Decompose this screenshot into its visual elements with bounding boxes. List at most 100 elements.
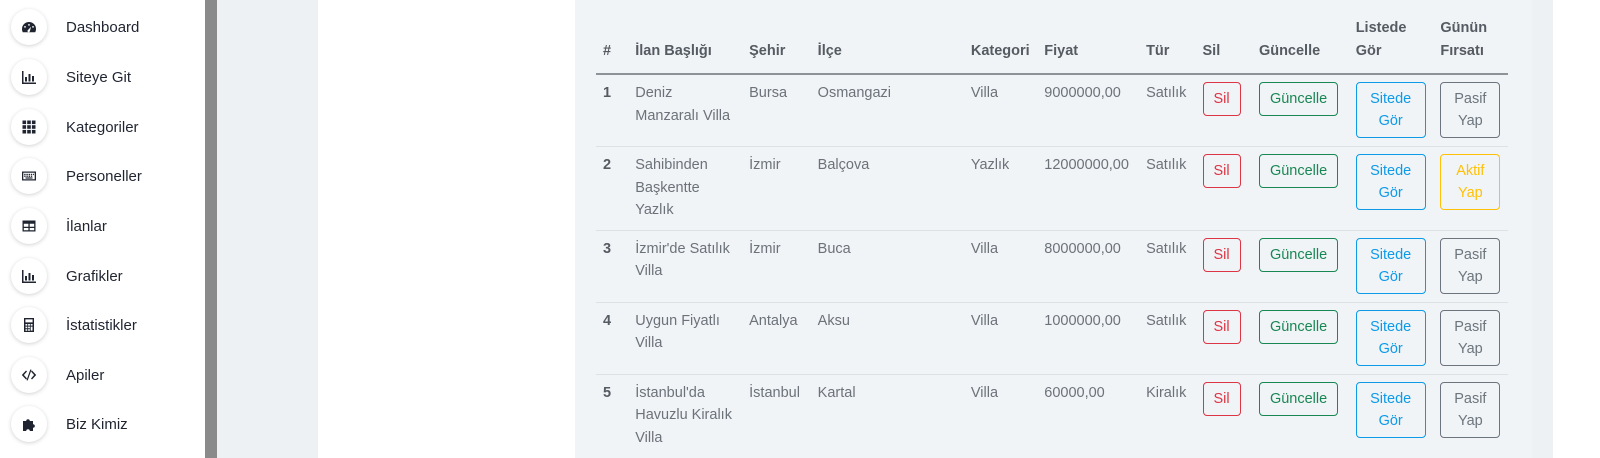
header-type: Tür — [1139, 17, 1196, 75]
sidebar-item-label: Dashboard — [66, 18, 140, 36]
cell-type: Satılık — [1139, 230, 1196, 303]
delete-button[interactable]: Sil — [1202, 237, 1241, 272]
sidebar: Dashboard Siteye Git Kategoriler Persone… — [0, 0, 205, 458]
cell-view-on-site-button: Sitede Gör — [1348, 230, 1434, 303]
cell-price: 9000000,00 — [1037, 74, 1140, 147]
update-button[interactable]: Güncelle — [1258, 154, 1339, 188]
sidebar-item-istatistikler[interactable]: İstatistikler — [11, 307, 201, 343]
cell-update-button: Güncelle — [1251, 74, 1349, 147]
delete-button[interactable]: Sil — [1202, 309, 1241, 344]
cell-title: Sahibinden Başkentte Yazlık — [628, 146, 743, 231]
cell-type: Kiralık — [1146, 384, 1187, 401]
cell-category: Yazlık — [963, 146, 1038, 231]
update-button[interactable]: Güncelle — [1258, 237, 1339, 272]
sidebar-item-biz-kimiz[interactable]: Biz Kimiz — [11, 406, 201, 442]
sidebar-item-personeller[interactable]: Personeller — [11, 158, 201, 194]
table-row: 3 İzmir'de Satılık Villa İzmir Buca Villa 800… — [596, 230, 1508, 303]
table-icon — [11, 208, 47, 244]
cell-title: Deniz Manzaralı Villa — [628, 74, 743, 147]
deal-toggle-button[interactable]: Pasif Yap — [1440, 237, 1501, 294]
cell-type: Satılık — [1139, 146, 1196, 231]
sidebar-item-label: Personeller — [66, 167, 142, 185]
cell-district: Balçova — [810, 146, 964, 231]
cell-num: 2 — [596, 146, 629, 231]
sidebar-item-label: Biz Kimiz — [66, 415, 128, 433]
cell-category: Villa — [963, 74, 1038, 147]
header-title: İlan Başlığı — [628, 17, 743, 75]
deal-toggle-button[interactable]: Pasif Yap — [1440, 381, 1501, 438]
table-header-row: # İlan Başlığı Şehir İlçe Kategori Fiyat… — [596, 17, 1508, 75]
cell-district: Kartal — [817, 384, 856, 401]
header-district: İlçe — [810, 17, 964, 75]
header-view: Listede Gör — [1348, 17, 1434, 75]
deal-toggle-button[interactable]: Pasif Yap — [1440, 309, 1501, 366]
header-deal: Günün Fırsatı — [1433, 17, 1508, 75]
listings-table: # İlan Başlığı Şehir İlçe Kategori Fiyat… — [596, 17, 1508, 457]
header-num: # — [596, 17, 629, 75]
sidebar-item-label: Apiler — [66, 366, 105, 384]
table-row: 5 İstanbul'da Havuzlu Kiralık Villa İstanb… — [596, 374, 1508, 457]
delete-button[interactable]: Sil — [1202, 381, 1241, 416]
cell-view-on-site-button: Sitede Gör — [1348, 146, 1434, 231]
sidebar-item-kategoriler[interactable]: Kategoriler — [11, 109, 201, 145]
sidebar-item-ilanlar[interactable]: İlanlar — [11, 208, 201, 244]
code-icon — [11, 357, 47, 393]
update-button[interactable]: Güncelle — [1258, 381, 1339, 416]
header-price: Fiyat — [1037, 17, 1140, 75]
cell-update-button: Güncelle — [1251, 302, 1349, 375]
header-update: Güncelle — [1251, 17, 1349, 75]
table-row: 1 Deniz Manzaralı Villa Bursa Osmangazi Vill… — [596, 74, 1508, 147]
cell-update-button: Güncelle — [1252, 374, 1349, 457]
view-on-site-button[interactable]: Sitede Gör — [1355, 381, 1426, 438]
sidebar-item-siteye-git[interactable]: Siteye Git — [11, 59, 201, 95]
cell-city: İzmir — [742, 146, 811, 231]
keyboard-icon — [11, 158, 47, 194]
view-on-site-button[interactable]: Sitede Gör — [1355, 154, 1426, 210]
calculator-icon — [11, 307, 47, 343]
cell-type: Satılık — [1139, 302, 1196, 375]
sidebar-item-label: Kategoriler — [66, 118, 139, 136]
deal-toggle-button[interactable]: Aktif Yap — [1440, 154, 1501, 210]
deal-toggle-button[interactable]: Pasif Yap — [1440, 82, 1501, 138]
page-background — [217, 0, 318, 458]
cell-delete-button: Sil — [1195, 302, 1252, 375]
cell-num: 3 — [596, 230, 629, 303]
sidebar-item-dashboard[interactable]: Dashboard — [11, 9, 201, 45]
cell-city: Antalya — [742, 302, 811, 375]
cell-num: 5 — [603, 384, 612, 401]
delete-button[interactable]: Sil — [1202, 154, 1241, 188]
right-panel — [1553, 0, 1600, 458]
header-city: Şehir — [742, 17, 811, 75]
sidebar-item-apiler[interactable]: Apiler — [11, 357, 201, 393]
update-button[interactable]: Güncelle — [1258, 309, 1339, 344]
cell-district: Osmangazi — [810, 74, 964, 147]
sidebar-item-label: Grafikler — [66, 267, 123, 285]
cell-delete-button: Sil — [1195, 74, 1252, 147]
view-on-site-button[interactable]: Sitede Gör — [1355, 309, 1426, 366]
cell-num: 1 — [596, 74, 629, 147]
view-on-site-button[interactable]: Sitede Gör — [1355, 237, 1426, 294]
cell-price: 1000000,00 — [1037, 302, 1140, 375]
view-on-site-button[interactable]: Sitede Gör — [1355, 82, 1426, 138]
sidebar-item-label: Siteye Git — [66, 68, 132, 86]
cell-title: Uygun Fiyatlı Villa — [628, 302, 743, 375]
sidebar-item-grafikler[interactable]: Grafikler — [11, 258, 201, 294]
cell-city: İzmir — [742, 230, 811, 303]
delete-button[interactable]: Sil — [1202, 82, 1241, 116]
grid-icon — [11, 109, 47, 145]
content-panel — [318, 0, 575, 458]
cell-price: 8000000,00 — [1037, 230, 1140, 303]
table-row: 2 Sahibinden Başkentte Yazlık İzmir Balçova… — [596, 146, 1508, 231]
cell-price: 60000,00 — [1044, 384, 1105, 401]
sidebar-item-label: İstatistikler — [66, 316, 137, 334]
update-button[interactable]: Güncelle — [1258, 82, 1339, 116]
cell-category: Villa — [970, 384, 999, 401]
page-background — [1532, 0, 1553, 458]
table-row: 4 Uygun Fiyatlı Villa Antalya Aksu Villa 1000… — [596, 302, 1508, 375]
cell-deal-toggle-button: Pasif Yap — [1433, 230, 1508, 303]
puzzle-icon — [11, 406, 47, 442]
header-category: Kategori — [963, 17, 1038, 75]
cell-deal-toggle-button: Pasif Yap — [1433, 374, 1508, 457]
cell-category: Villa — [963, 230, 1038, 303]
cell-update-button: Güncelle — [1251, 146, 1349, 231]
